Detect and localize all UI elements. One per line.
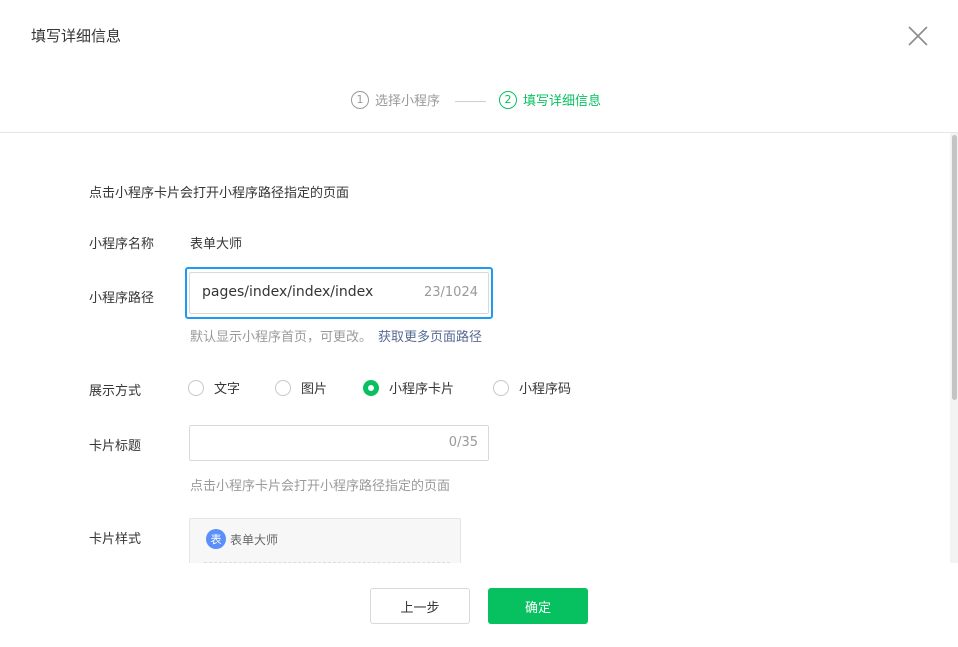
name-label: 小程序名称	[89, 237, 155, 252]
radio-label: 文字	[214, 382, 241, 397]
card-avatar-icon: 表	[206, 529, 226, 549]
prev-step-button[interactable]: 上一步	[370, 588, 470, 624]
form-content: 点击小程序卡片会打开小程序路径指定的页面 小程序名称 表单大师 小程序路径 pa…	[0, 133, 950, 563]
step-label: 选择小程序	[375, 94, 441, 109]
radio-circle	[188, 379, 204, 396]
radio-label: 小程序卡片	[389, 382, 455, 397]
confirm-button[interactable]: 确定	[488, 588, 588, 624]
radio-miniprogram-code[interactable]: 小程序码	[493, 378, 571, 397]
card-title-label: 卡片标题	[89, 439, 142, 454]
step-connector	[455, 101, 486, 102]
path-input-value: pages/index/index/index	[202, 284, 374, 300]
path-char-count: 23/1024	[423, 285, 478, 300]
card-preview-name: 表单大师	[230, 533, 279, 547]
scrollbar-thumb[interactable]	[952, 135, 957, 400]
card-title-input[interactable]: 0/35	[189, 425, 489, 461]
stepper: 1 选择小程序 2 填写详细信息	[0, 90, 958, 112]
radio-label: 图片	[301, 382, 328, 397]
close-icon	[908, 26, 928, 46]
step-select-miniprogram: 1 选择小程序	[351, 90, 440, 109]
form-description: 点击小程序卡片会打开小程序路径指定的页面	[89, 186, 350, 201]
close-button[interactable]	[906, 24, 930, 48]
radio-text[interactable]: 文字	[188, 378, 240, 397]
card-preview-divider	[204, 562, 450, 563]
card-title-char-count: 0/35	[448, 435, 478, 450]
card-style-preview: 表 表单大师	[189, 518, 461, 563]
step-label: 填写详细信息	[523, 94, 602, 109]
radio-miniprogram-card[interactable]: 小程序卡片	[363, 378, 454, 397]
display-label: 展示方式	[89, 384, 142, 399]
more-paths-link[interactable]: 获取更多页面路径	[378, 330, 482, 345]
radio-circle	[493, 379, 509, 396]
path-hint: 默认显示小程序首页，可更改。 获取更多页面路径	[190, 326, 482, 345]
radio-circle-checked	[363, 379, 379, 396]
radio-circle	[275, 379, 291, 396]
dialog-title: 填写详细信息	[31, 27, 122, 45]
radio-image[interactable]: 图片	[275, 378, 327, 397]
card-style-label: 卡片样式	[89, 532, 142, 547]
path-label: 小程序路径	[89, 291, 155, 306]
step-number: 2	[499, 90, 517, 109]
step-number: 1	[351, 90, 369, 109]
name-value: 表单大师	[190, 237, 243, 252]
radio-label: 小程序码	[519, 382, 572, 397]
path-input[interactable]: pages/index/index/index 23/1024	[189, 272, 489, 314]
card-title-hint: 点击小程序卡片会打开小程序路径指定的页面	[190, 479, 451, 494]
step-fill-details: 2 填写详细信息	[499, 90, 601, 109]
path-input-focus-ring: pages/index/index/index 23/1024	[185, 267, 493, 319]
path-hint-text: 默认显示小程序首页，可更改。	[190, 330, 373, 345]
